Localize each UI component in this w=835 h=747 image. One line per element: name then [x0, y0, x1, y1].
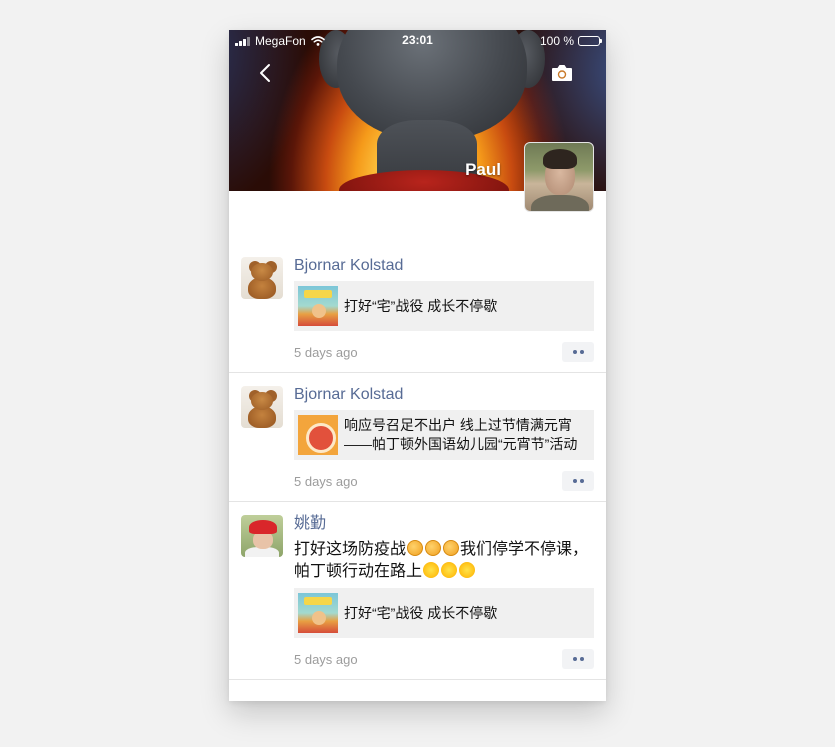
post-time: 5 days ago: [294, 344, 358, 360]
battery-icon: [578, 36, 602, 46]
avatar[interactable]: [241, 257, 283, 299]
sun-emoji-icon: [423, 562, 440, 578]
post-author[interactable]: Bjornar Kolstad: [294, 256, 594, 276]
moments-feed: Bjornar Kolstad 打好“宅”战役 成长不停歇 5 days ago…: [229, 244, 606, 680]
chevron-left-icon[interactable]: [255, 62, 277, 84]
sun-emoji-icon: [441, 562, 458, 578]
more-actions-button[interactable]: [562, 471, 594, 491]
post-author[interactable]: Bjornar Kolstad: [294, 385, 594, 405]
profile-avatar[interactable]: [524, 142, 594, 212]
feed-post: Bjornar Kolstad 打好“宅”战役 成长不停歇 5 days ago: [229, 244, 606, 373]
link-thumbnail: [298, 415, 338, 455]
feed-post: 姚勤 打好这场防疫战 我们停学不停课，帕丁顿行动在路上 打好“宅”战役 成长不停歇…: [229, 502, 606, 680]
profile-name: Paul: [465, 160, 501, 179]
battery-percent: 100 %: [539, 34, 574, 48]
avatar[interactable]: [241, 515, 283, 557]
link-thumbnail: [298, 593, 338, 633]
post-text: 打好这场防疫战 我们停学不停课，帕丁顿行动在路上: [294, 539, 594, 583]
post-author[interactable]: 姚勤: [294, 514, 594, 534]
status-bar: MegaFon 23:01 100 %: [229, 30, 606, 52]
phone-screen: MegaFon 23:01 100 % Paul Bjornar Kolstad…: [229, 30, 606, 701]
shared-link-card[interactable]: 打好“宅”战役 成长不停歇: [294, 588, 594, 638]
link-title: 打好“宅”战役 成长不停歇: [344, 297, 498, 314]
fist-emoji-icon: [407, 540, 424, 556]
sun-emoji-icon: [459, 562, 476, 578]
camera-icon[interactable]: [550, 62, 574, 84]
link-title: 响应号召足不出户 线上过节情满元宵 ——帕丁顿外国语幼儿园“元宵节”活动: [344, 417, 578, 452]
fist-emoji-icon: [443, 540, 460, 556]
post-time: 5 days ago: [294, 473, 358, 489]
link-title: 打好“宅”战役 成长不停歇: [344, 604, 498, 621]
post-time: 5 days ago: [294, 651, 358, 667]
shared-link-card[interactable]: 响应号召足不出户 线上过节情满元宵 ——帕丁顿外国语幼儿园“元宵节”活动: [294, 410, 594, 460]
more-actions-button[interactable]: [562, 649, 594, 669]
more-actions-button[interactable]: [562, 342, 594, 362]
feed-post: Bjornar Kolstad 响应号召足不出户 线上过节情满元宵 ——帕丁顿外…: [229, 373, 606, 502]
avatar[interactable]: [241, 386, 283, 428]
post-text-part: 打好这场防疫战: [294, 541, 407, 558]
link-thumbnail: [298, 286, 338, 326]
fist-emoji-icon: [425, 540, 442, 556]
shared-link-card[interactable]: 打好“宅”战役 成长不停歇: [294, 281, 594, 331]
